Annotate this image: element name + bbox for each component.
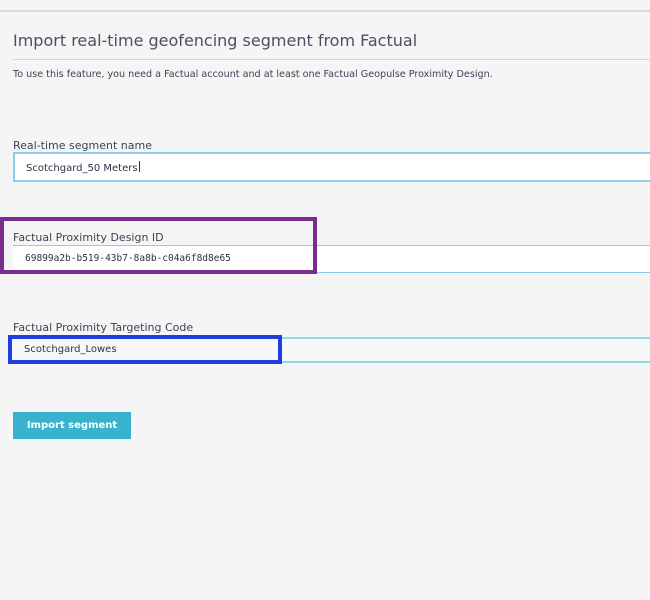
targeting-code-label: Factual Proximity Targeting Code	[13, 321, 194, 334]
page-description: To use this feature, you need a Factual …	[13, 69, 493, 80]
targeting-code-highlight-box	[8, 335, 282, 364]
segment-name-value: Scotchgard_50 Meters	[26, 161, 140, 174]
top-divider	[0, 10, 650, 12]
segment-name-label: Real-time segment name	[13, 139, 152, 152]
design-id-highlight-box	[0, 217, 317, 274]
segment-name-input[interactable]: Scotchgard_50 Meters	[13, 152, 650, 182]
text-caret	[138, 161, 140, 172]
title-divider	[13, 59, 650, 60]
import-segment-button[interactable]: Import segment	[13, 412, 131, 439]
segment-name-text: Scotchgard_50 Meters	[26, 163, 138, 174]
page-title: Import real-time geofencing segment from…	[13, 31, 418, 50]
